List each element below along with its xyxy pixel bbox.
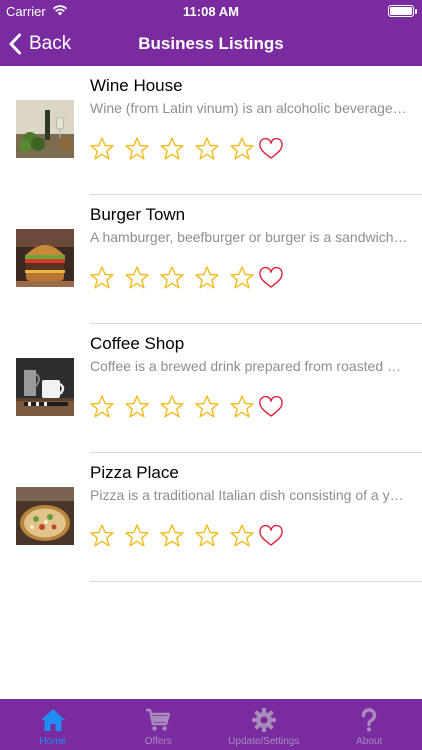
coffee-photo xyxy=(16,358,74,416)
star-icon[interactable] xyxy=(194,523,220,549)
listing-row-burger-town[interactable]: Burger Town A hamburger, beefburger or b… xyxy=(0,195,422,324)
listing-row-coffee-shop[interactable]: Coffee Shop Coffee is a brewed drink pre… xyxy=(0,324,422,453)
star-icon[interactable] xyxy=(89,265,115,291)
question-icon xyxy=(362,708,377,732)
star-icon[interactable] xyxy=(124,394,150,420)
gear-icon xyxy=(251,708,276,732)
status-bar: Carrier 11:08 AM xyxy=(0,0,422,22)
heart-icon[interactable] xyxy=(258,525,284,547)
battery-icon xyxy=(388,5,417,17)
star-icon[interactable] xyxy=(124,265,150,291)
cart-icon xyxy=(146,708,171,731)
star-icon[interactable] xyxy=(194,136,220,162)
star-icon[interactable] xyxy=(89,523,115,549)
star-icon[interactable] xyxy=(89,394,115,420)
heart-icon[interactable] xyxy=(258,396,284,418)
listing-name: Pizza Place xyxy=(90,463,179,482)
top-bar: Carrier 11:08 AM Back Business Listings xyxy=(0,0,422,66)
star-icon[interactable] xyxy=(229,523,255,549)
star-icon[interactable] xyxy=(159,136,185,162)
star-icon[interactable] xyxy=(194,265,220,291)
tab-update-settings[interactable]: Update/Settings xyxy=(211,699,317,750)
listing-description: Pizza is a traditional Italian dish cons… xyxy=(90,487,408,503)
tab-label: About xyxy=(356,736,383,747)
tab-bar: Home Offers Update/Settings About xyxy=(0,699,422,750)
tab-offers[interactable]: Offers xyxy=(106,699,212,750)
page-title: Business Listings xyxy=(138,34,284,53)
listing-description: A hamburger, beefburger or burger is a s… xyxy=(90,229,408,245)
star-icon[interactable] xyxy=(229,136,255,162)
star-icon[interactable] xyxy=(124,523,150,549)
pizza-photo xyxy=(16,487,74,545)
listing-row-pizza-place[interactable]: Pizza Place Pizza is a traditional Itali… xyxy=(0,453,422,582)
tab-label: Update/Settings xyxy=(228,736,300,747)
listing-row-wine-house[interactable]: Wine House Wine (from Latin vinum) is an… xyxy=(0,66,422,195)
star-icon[interactable] xyxy=(159,394,185,420)
burger-photo xyxy=(16,229,74,287)
star-icon[interactable] xyxy=(124,136,150,162)
clock: 11:08 AM xyxy=(183,4,239,19)
tab-home[interactable]: Home xyxy=(0,699,106,750)
star-icon[interactable] xyxy=(159,523,185,549)
star-icon[interactable] xyxy=(89,136,115,162)
star-icon[interactable] xyxy=(229,265,255,291)
tab-about[interactable]: About xyxy=(317,699,422,750)
heart-icon[interactable] xyxy=(258,267,284,289)
listing-description: Wine (from Latin vinum) is an alcoholic … xyxy=(90,100,408,116)
tab-label: Home xyxy=(39,736,67,747)
star-icon[interactable] xyxy=(229,394,255,420)
star-icon[interactable] xyxy=(159,265,185,291)
rating-stars xyxy=(89,394,264,420)
rating-stars xyxy=(89,265,264,291)
listing-name: Burger Town xyxy=(90,205,186,224)
row-separator xyxy=(90,581,422,582)
star-icon[interactable] xyxy=(194,394,220,420)
rating-stars xyxy=(89,523,264,549)
listing-description: Coffee is a brewed drink prepared from r… xyxy=(90,358,408,374)
listings-table: Wine House Wine (from Latin vinum) is an… xyxy=(0,66,422,582)
listing-name: Coffee Shop xyxy=(90,334,185,353)
navigation-bar: Back Business Listings xyxy=(0,22,422,66)
rating-stars xyxy=(89,136,264,162)
listing-name: Wine House xyxy=(90,76,183,95)
home-icon xyxy=(40,709,65,731)
heart-icon[interactable] xyxy=(258,138,284,160)
tab-label: Offers xyxy=(144,736,172,747)
wine-photo xyxy=(16,100,74,158)
